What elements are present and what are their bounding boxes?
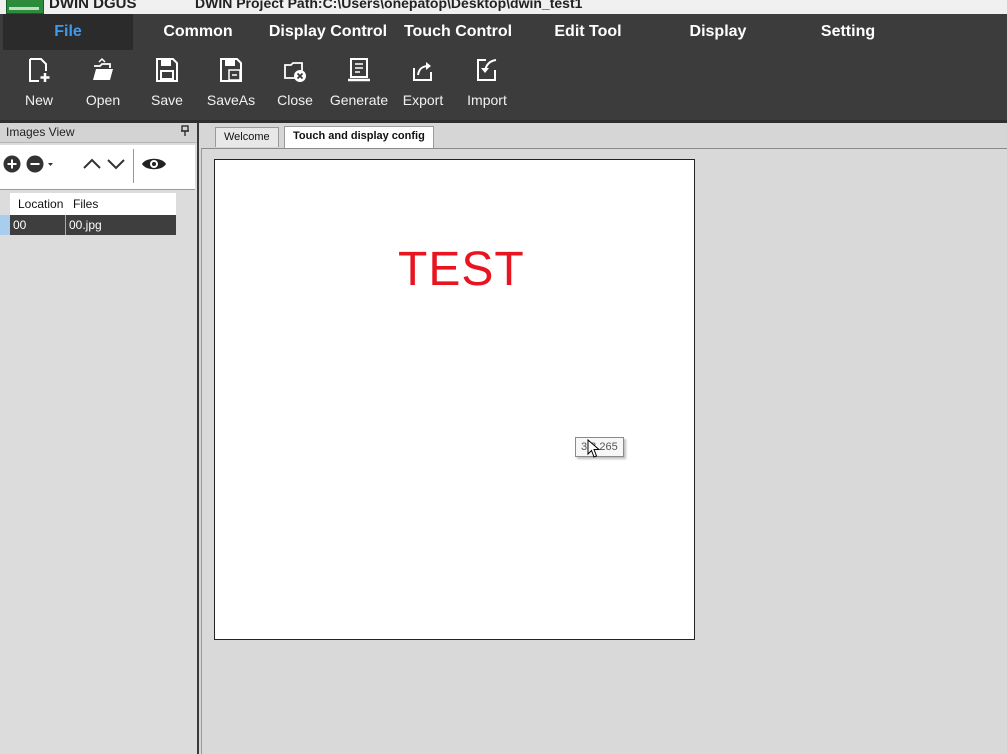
app-name: DWIN DGUS [49,0,137,12]
mouse-cursor-icon [587,439,601,458]
workspace: TEST 3 3 265 [201,149,1007,754]
cell-location: 00 [13,218,27,232]
save-as-button[interactable]: SaveAs [199,54,263,114]
tab-touch-display-config[interactable]: Touch and display config [284,126,434,148]
dwin-logo [6,0,44,14]
tab-display-control[interactable]: Display Control [263,14,393,50]
save-icon [156,58,178,82]
import-label: Import [467,92,507,108]
save-label: Save [151,92,183,108]
table-header: Location Files [10,193,176,215]
tab-common[interactable]: Common [133,14,263,50]
toolbar: New Open Save SaveAs Close Generate Expo… [0,50,1007,123]
tab-setting[interactable]: Setting [783,14,913,50]
new-label: New [24,92,53,108]
tab-edit-tool[interactable]: Edit Tool [523,14,653,50]
panel-header: Images View [0,123,197,143]
table-row[interactable]: 00 00.jpg [10,215,176,235]
toolbar-separator [133,149,134,183]
design-canvas[interactable]: TEST 3 3 265 [214,159,695,640]
preview-eye-icon[interactable] [141,155,167,173]
open-button[interactable]: Open [71,54,135,114]
import-icon [477,59,497,81]
pin-icon[interactable] [180,125,190,137]
generate-button[interactable]: Generate [327,54,391,114]
save-as-label: SaveAs [206,92,256,108]
column-header-location[interactable]: Location [18,197,63,211]
tab-touch-control[interactable]: Touch Control [393,14,523,50]
export-button[interactable]: Export [391,54,455,114]
close-button[interactable]: Close [263,54,327,114]
images-view-panel: Images View Location Files 00 00.jpg [0,123,199,754]
project-path: DWIN Project Path:C:\Users\onepatop\Desk… [195,0,583,11]
cell-file: 00.jpg [69,218,102,232]
row-selection-marker [0,215,10,235]
images-table: Location Files 00 00.jpg [10,193,176,235]
canvas-test-text: TEST [398,243,525,296]
remove-image-dropdown-icon[interactable] [26,155,58,173]
column-header-files[interactable]: Files [73,197,98,211]
save-button[interactable]: Save [135,54,199,114]
save-as-icon [220,58,242,82]
title-bar: DWIN DGUS DWIN Project Path:C:\Users\one… [0,0,1007,14]
chevron-down-icon[interactable] [106,155,126,173]
tab-file[interactable]: File [3,14,133,50]
chevron-up-icon[interactable] [82,155,102,173]
tab-display[interactable]: Display [653,14,783,50]
export-icon [413,62,432,81]
panel-title: Images View [6,125,75,139]
generate-label: Generate [329,92,389,108]
open-label: Open [85,92,121,108]
cell-divider [65,215,66,235]
open-folder-icon [93,57,113,80]
generate-icon [348,58,370,82]
panel-toolbar [0,145,195,190]
menu-bar: File Common Display Control Touch Contro… [0,14,1007,50]
add-image-icon[interactable] [3,155,21,173]
new-file-icon [29,58,50,82]
export-label: Export [402,92,444,108]
import-button[interactable]: Import [455,54,519,114]
close-label: Close [277,92,313,108]
document-tabs: Welcome Touch and display config [201,124,1007,149]
close-project-icon [284,62,306,82]
new-button[interactable]: New [7,54,71,114]
tab-welcome[interactable]: Welcome [215,127,279,147]
